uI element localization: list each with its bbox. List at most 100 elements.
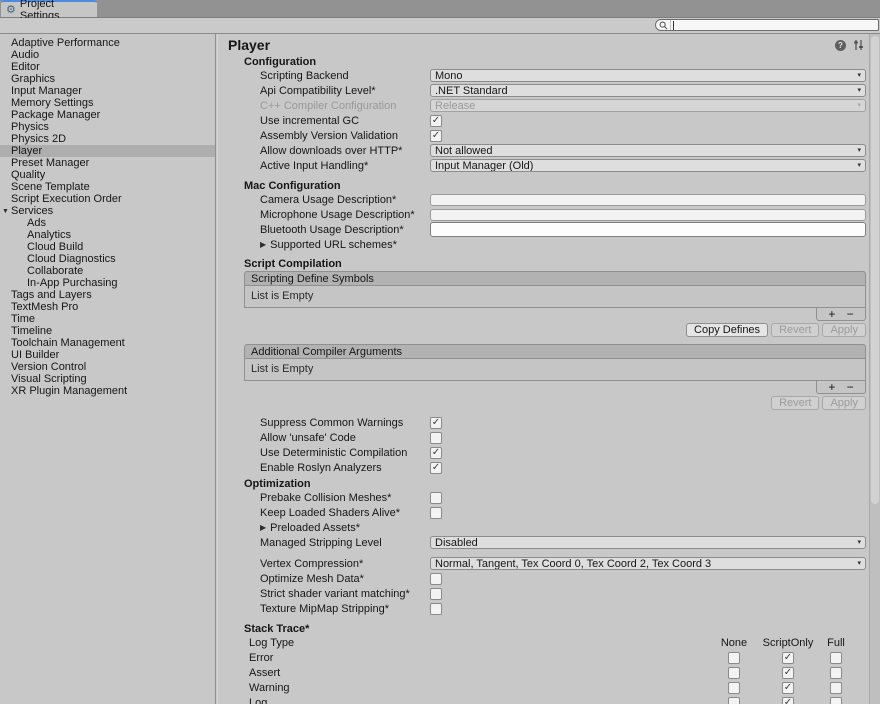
sidebar-item-input-manager[interactable]: Input Manager <box>0 85 215 97</box>
search-icon <box>659 21 668 30</box>
section-header-script-compilation: Script Compilation <box>244 257 866 270</box>
remove-item-button[interactable]: − <box>847 309 854 319</box>
stacktrace-assert-scriptonly-checkbox[interactable]: ✓ <box>782 667 794 679</box>
allow-unsafe-code-checkbox[interactable] <box>430 432 442 444</box>
settings-form: ConfigurationScripting BackendMono▾Api C… <box>244 55 866 704</box>
listbox-additional-compiler-arguments: Additional Compiler ArgumentsList is Emp… <box>244 344 866 394</box>
help-icon[interactable]: ? <box>835 40 846 51</box>
sidebar-item-label: Quality <box>11 169 45 181</box>
use-deterministic-compilation-checkbox[interactable]: ✓ <box>430 447 442 459</box>
sidebar-item-editor[interactable]: Editor <box>0 61 215 73</box>
sidebar-item-textmesh-pro[interactable]: TextMesh Pro <box>0 301 215 313</box>
bluetooth-usage-description-field[interactable] <box>430 222 866 237</box>
sidebar-item-label: Player <box>11 145 42 157</box>
field-label: Use Deterministic Compilation <box>244 447 430 459</box>
sidebar-item-quality[interactable]: Quality <box>0 169 215 181</box>
api-compatibility-level-dropdown[interactable]: .NET Standard▾ <box>430 84 866 97</box>
stacktrace-assert-none-checkbox[interactable] <box>728 667 740 679</box>
stacktrace-cell: ✓ <box>760 652 816 664</box>
sidebar-item-time[interactable]: Time <box>0 313 215 325</box>
sidebar-item-version-control[interactable]: Version Control <box>0 361 215 373</box>
row-suppress-common-warnings: Suppress Common Warnings✓ <box>244 415 866 430</box>
stacktrace-assert-full-checkbox[interactable] <box>830 667 842 679</box>
sidebar-item-cloud-build[interactable]: Cloud Build <box>0 241 215 253</box>
field-label: Strict shader variant matching* <box>244 588 430 600</box>
stacktrace-log-scriptonly-checkbox[interactable]: ✓ <box>782 697 794 704</box>
sidebar-item-package-manager[interactable]: Package Manager <box>0 109 215 121</box>
sidebar-item-collaborate[interactable]: Collaborate <box>0 265 215 277</box>
sidebar-item-audio[interactable]: Audio <box>0 49 215 61</box>
row-vertex-compression: Vertex Compression*Normal, Tangent, Tex … <box>244 556 866 571</box>
sidebar-item-visual-scripting[interactable]: Visual Scripting <box>0 373 215 385</box>
column-header-none: None <box>708 637 760 649</box>
allow-downloads-over-http-dropdown[interactable]: Not allowed▾ <box>430 144 866 157</box>
sidebar-item-graphics[interactable]: Graphics <box>0 73 215 85</box>
text-cursor <box>673 21 674 30</box>
texture-mipmap-stripping-checkbox[interactable] <box>430 603 442 615</box>
preloaded-assets-foldout[interactable]: ▶Preloaded Assets* <box>244 520 866 535</box>
sidebar-item-preset-manager[interactable]: Preset Manager <box>0 157 215 169</box>
assembly-version-validation-checkbox[interactable]: ✓ <box>430 130 442 142</box>
sidebar-item-label: Tags and Layers <box>11 289 92 301</box>
sidebar-item-label: TextMesh Pro <box>11 301 78 313</box>
keep-loaded-shaders-alive-checkbox[interactable] <box>430 507 442 519</box>
stacktrace-error-scriptonly-checkbox[interactable]: ✓ <box>782 652 794 664</box>
search-input[interactable] <box>655 19 879 31</box>
copy-defines-button[interactable]: Copy Defines <box>686 323 768 337</box>
sidebar-item-in-app-purchasing[interactable]: In-App Purchasing <box>0 277 215 289</box>
suppress-common-warnings-checkbox[interactable]: ✓ <box>430 417 442 429</box>
sidebar-item-timeline[interactable]: Timeline <box>0 325 215 337</box>
sidebar-item-tags-and-layers[interactable]: Tags and Layers <box>0 289 215 301</box>
sidebar-item-label: UI Builder <box>11 349 59 361</box>
sidebar-item-adaptive-performance[interactable]: Adaptive Performance <box>0 37 215 49</box>
enable-roslyn-analyzers-checkbox[interactable]: ✓ <box>430 462 442 474</box>
vertex-compression-dropdown[interactable]: Normal, Tangent, Tex Coord 0, Tex Coord … <box>430 557 866 570</box>
sidebar-item-services[interactable]: ▼Services <box>0 205 215 217</box>
sidebar-item-analytics[interactable]: Analytics <box>0 229 215 241</box>
optimize-mesh-data-checkbox[interactable] <box>430 573 442 585</box>
stacktrace-log-full-checkbox[interactable] <box>830 697 842 704</box>
prebake-collision-meshes-checkbox[interactable] <box>430 492 442 504</box>
vertical-scrollbar[interactable] <box>869 34 880 704</box>
managed-stripping-level-dropdown[interactable]: Disabled▾ <box>430 536 866 549</box>
remove-item-button[interactable]: − <box>847 382 854 392</box>
stacktrace-cell <box>816 667 856 679</box>
sidebar-item-xr-plugin-management[interactable]: XR Plugin Management <box>0 385 215 397</box>
sidebar-item-ads[interactable]: Ads <box>0 217 215 229</box>
player-settings-content: Player ? ConfigurationScripting BackendM… <box>228 34 866 704</box>
active-input-handling-dropdown[interactable]: Input Manager (Old)▾ <box>430 159 866 172</box>
stacktrace-error-none-checkbox[interactable] <box>728 652 740 664</box>
stacktrace-warning-none-checkbox[interactable] <box>728 682 740 694</box>
sidebar-item-scene-template[interactable]: Scene Template <box>0 181 215 193</box>
sidebar-item-physics[interactable]: Physics <box>0 121 215 133</box>
sidebar-item-label: Toolchain Management <box>11 337 125 349</box>
sidebar-item-label: Cloud Diagnostics <box>27 253 116 265</box>
sidebar-item-memory-settings[interactable]: Memory Settings <box>0 97 215 109</box>
add-item-button[interactable]: + <box>828 309 835 319</box>
chevron-down-icon: ▾ <box>857 559 861 567</box>
strict-shader-variant-matching-checkbox[interactable] <box>430 588 442 600</box>
use-incremental-gc-checkbox[interactable]: ✓ <box>430 115 442 127</box>
camera-usage-description-field[interactable] <box>430 194 866 206</box>
scrollbar-thumb[interactable] <box>871 36 879 504</box>
sidebar-item-physics-2d[interactable]: Physics 2D <box>0 133 215 145</box>
tab-project-settings[interactable]: ⚙ Project Settings <box>1 0 97 17</box>
stacktrace-warning-scriptonly-checkbox[interactable]: ✓ <box>782 682 794 694</box>
stacktrace-warning-full-checkbox[interactable] <box>830 682 842 694</box>
microphone-usage-description-field[interactable] <box>430 209 866 221</box>
sidebar-item-ui-builder[interactable]: UI Builder <box>0 349 215 361</box>
sidebar-item-script-execution-order[interactable]: Script Execution Order <box>0 193 215 205</box>
sidebar-item-player[interactable]: Player <box>0 145 215 157</box>
stacktrace-checkboxes: ✓ <box>708 682 856 694</box>
presets-icon[interactable] <box>852 39 864 51</box>
stacktrace-row-warning: Warning✓ <box>244 680 866 695</box>
supported-url-schemes-foldout[interactable]: ▶Supported URL schemes* <box>244 237 866 252</box>
sidebar-item-toolchain-management[interactable]: Toolchain Management <box>0 337 215 349</box>
stacktrace-log-none-checkbox[interactable] <box>728 697 740 704</box>
sidebar-item-cloud-diagnostics[interactable]: Cloud Diagnostics <box>0 253 215 265</box>
add-item-button[interactable]: + <box>828 382 835 392</box>
stacktrace-error-full-checkbox[interactable] <box>830 652 842 664</box>
tab-bar: ⚙ Project Settings <box>0 0 880 18</box>
chevron-down-icon: ▾ <box>857 161 861 169</box>
scripting-backend-dropdown[interactable]: Mono▾ <box>430 69 866 82</box>
